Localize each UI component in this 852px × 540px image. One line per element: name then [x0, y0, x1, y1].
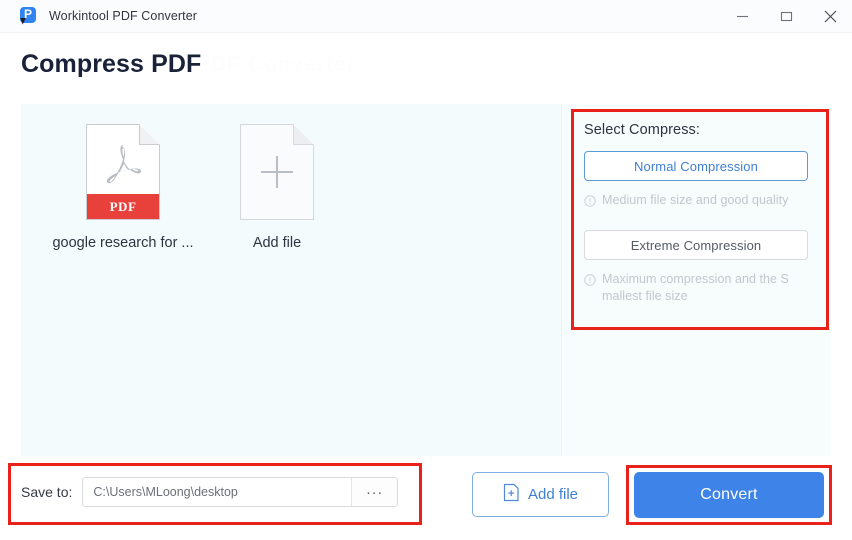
- pdf-file-icon: PDF: [86, 124, 160, 220]
- normal-compression-label: Normal Compression: [634, 158, 758, 174]
- title-bar: P Workintool PDF Converter: [0, 0, 852, 33]
- compress-options-pane: Select Compress: Normal Compression Medi…: [561, 104, 831, 456]
- add-file-tile[interactable]: Add file: [200, 116, 354, 251]
- app-logo-p-icon: P: [19, 6, 38, 26]
- page-title: Compress PDF: [21, 50, 202, 78]
- maximize-icon[interactable]: [764, 0, 808, 33]
- browse-folder-button[interactable]: ...: [351, 478, 398, 506]
- file-tiles: PDF google research for ... Add file: [21, 116, 561, 251]
- ellipsis-icon: ...: [366, 480, 384, 498]
- close-icon[interactable]: [808, 0, 852, 33]
- normal-compression-button[interactable]: Normal Compression: [584, 151, 808, 181]
- convert-button-label: Convert: [700, 486, 758, 503]
- minimize-icon[interactable]: [720, 0, 764, 33]
- extreme-compression-hint: Maximum compression and the S mallest fi…: [584, 271, 812, 305]
- normal-compression-hint-text: Medium file size and good quality: [602, 193, 789, 207]
- add-file-button-label: Add file: [527, 486, 579, 503]
- select-compress-heading: Select Compress:: [584, 122, 701, 138]
- file-list-pane: PDF google research for ... Add file: [21, 104, 561, 456]
- file-item-pdf[interactable]: PDF google research for ...: [46, 116, 200, 251]
- extreme-compression-label: Extreme Compression: [630, 237, 762, 253]
- app-title: Workintool PDF Converter: [49, 9, 198, 23]
- page-header: PDF Converter Compress PDF: [0, 33, 852, 99]
- extreme-compression-button[interactable]: Extreme Compression: [584, 230, 808, 260]
- window-controls: [720, 0, 852, 33]
- add-file-tile-label: Add file: [252, 235, 302, 251]
- info-circle-icon: [584, 194, 596, 212]
- save-path-box[interactable]: ...: [82, 477, 399, 507]
- add-file-page-plus-icon: [240, 124, 314, 220]
- add-file-doc-plus-icon: [503, 483, 520, 507]
- normal-compression-hint: Medium file size and good quality: [584, 192, 812, 212]
- convert-button[interactable]: Convert: [634, 472, 824, 518]
- extreme-compression-hint-text: Maximum compression and the S mallest fi…: [602, 272, 789, 303]
- background-watermark: PDF Converter: [196, 53, 357, 76]
- save-to-label: Save to:: [21, 484, 73, 500]
- info-circle-icon: [584, 273, 596, 291]
- pdf-badge-label: PDF: [109, 198, 137, 214]
- content-card: PDF google research for ... Add file Sel…: [21, 104, 831, 456]
- file-item-label: google research for ...: [52, 235, 194, 251]
- add-file-button[interactable]: Add file: [472, 472, 609, 517]
- acrobat-swirl-icon: [106, 145, 142, 184]
- save-path-input[interactable]: [83, 478, 352, 506]
- save-to-group: Save to: ...: [21, 477, 399, 507]
